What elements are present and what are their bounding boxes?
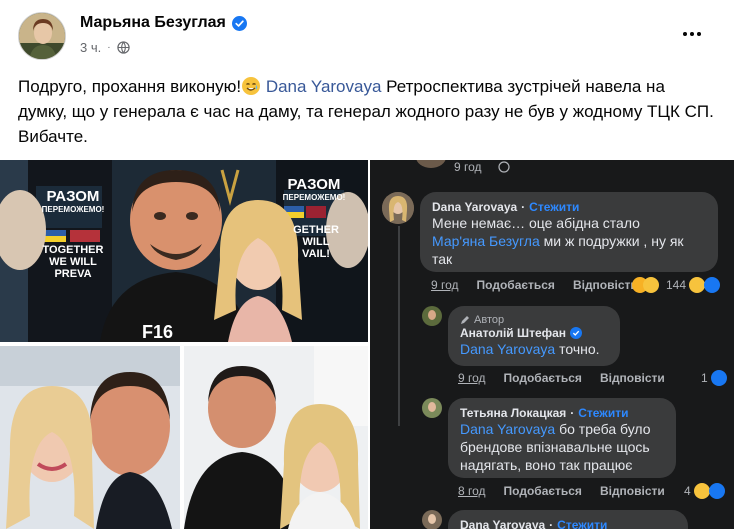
mention-link[interactable]: Мар'яна Безугла bbox=[432, 233, 540, 249]
banner-left: РАЗОМ ПЕРЕМОЖЕМО! bbox=[38, 188, 108, 216]
banner-left-line1: РАЗОМ bbox=[46, 188, 100, 205]
commenter-name[interactable]: Dana Yarovaya bbox=[460, 518, 545, 529]
post-text-start: Подруго, прохання виконую! bbox=[18, 77, 242, 96]
separator-dot: · bbox=[549, 518, 554, 529]
avatar-anatoliy[interactable] bbox=[422, 306, 442, 326]
top-comment-time: 9 год bbox=[454, 160, 482, 174]
verified-badge-icon bbox=[570, 327, 583, 339]
comment-time-link[interactable]: 9 год bbox=[458, 371, 486, 385]
like-reaction-icon bbox=[708, 483, 725, 499]
mention-link[interactable]: Dana Yarovaya bbox=[460, 341, 555, 357]
commenter-avatar-top bbox=[416, 160, 446, 168]
like-reaction-icon bbox=[710, 370, 727, 386]
follow-button[interactable]: Стежити bbox=[578, 406, 628, 420]
comment-time-link[interactable]: 8 год bbox=[458, 484, 486, 498]
banner-right-line2: ПЕРЕМОЖЕМО! bbox=[282, 193, 346, 202]
post-timestamp[interactable]: 3 ч. bbox=[80, 40, 101, 55]
reply-button[interactable]: Відповісти bbox=[573, 278, 638, 292]
banner-right-line4: WILL bbox=[302, 236, 330, 248]
comment-line: брендове впізнавальне щось bbox=[460, 439, 650, 455]
comment-time-link[interactable]: 9 год bbox=[431, 278, 459, 292]
comments-screenshot: 9 год Dana Yarovaya · Стежити Мене немає… bbox=[370, 160, 734, 529]
banner-right-en: GETHER WILL VAIL! bbox=[286, 224, 346, 260]
comment-line: так bbox=[432, 251, 453, 267]
mention-link[interactable]: Dana Yarovaya bbox=[266, 77, 382, 96]
comment-line: Мене немає… оце абідна стало bbox=[432, 215, 640, 231]
separator-dot: · bbox=[107, 42, 111, 53]
reaction-count: 4 bbox=[684, 484, 691, 498]
reactions-2[interactable]: 1 bbox=[701, 370, 727, 386]
shirt-print: F16 bbox=[142, 322, 174, 342]
reaction-count: 1 bbox=[701, 371, 708, 385]
reactions-3[interactable]: 4 bbox=[684, 483, 725, 499]
reply-button[interactable]: Відповісти bbox=[600, 371, 665, 385]
like-reaction-icon bbox=[704, 277, 721, 293]
banner-left-line3: TOGETHER bbox=[42, 244, 104, 256]
laugh-reaction-icon bbox=[693, 483, 710, 499]
comment-line: надягать, воно так працює bbox=[460, 457, 633, 473]
pencil-icon bbox=[461, 316, 469, 324]
banner-right-line5: VAIL! bbox=[302, 248, 330, 260]
separator-dot: · bbox=[570, 406, 575, 420]
avatar-dana-2[interactable] bbox=[422, 510, 442, 529]
banner-right-line1: РАЗОМ bbox=[287, 176, 341, 193]
like-button[interactable]: Подобається bbox=[477, 278, 555, 292]
banner-right-line3: GETHER bbox=[293, 224, 339, 236]
comment-bubble-1: Dana Yarovaya · Стежити Мене немає… оце … bbox=[420, 192, 718, 272]
comment-line: бо треба було bbox=[555, 421, 651, 437]
author-avatar[interactable] bbox=[18, 12, 66, 60]
author-badge: Автор bbox=[460, 314, 608, 326]
follow-button[interactable]: Стежити bbox=[529, 200, 579, 214]
comment-bubble-4: Dana Yarovaya · Стежити bbox=[448, 510, 688, 529]
banner-right: РАЗОМ ПЕРЕМОЖЕМО! bbox=[282, 176, 346, 204]
comment-text: Dana Yarovaya бо треба було брендове впі… bbox=[460, 420, 664, 474]
haha-reaction-icon bbox=[643, 277, 659, 293]
post-header: Марьяна Безуглая 3 ч. · bbox=[0, 0, 734, 68]
comment-text: Мене немає… оце абідна стало Мар'яна Без… bbox=[432, 214, 706, 268]
laugh-reaction-icon bbox=[689, 277, 706, 293]
separator-dot: · bbox=[521, 200, 526, 214]
thread-line bbox=[398, 226, 400, 426]
comment-line: точно. bbox=[555, 341, 600, 357]
globe-icon[interactable] bbox=[116, 41, 130, 54]
more-options-icon[interactable] bbox=[678, 22, 706, 46]
smiling-with-tear-emoji bbox=[242, 77, 261, 95]
comment-text: Dana Yarovaya точно. bbox=[460, 340, 608, 358]
reactions-1[interactable]: 144 bbox=[632, 277, 721, 293]
comment-bubble-3: Тетьяна Локацкая · Стежити Dana Yarovaya… bbox=[448, 398, 676, 478]
avatar-dana[interactable] bbox=[382, 192, 414, 224]
banner-left-line2: ПЕРЕМОЖЕМО! bbox=[41, 205, 105, 214]
mention-link[interactable]: Dana Yarovaya bbox=[460, 421, 555, 437]
author-name[interactable]: Марьяна Безуглая bbox=[80, 14, 226, 32]
like-button[interactable]: Подобається bbox=[504, 484, 582, 498]
comment-actions-2: 9 год Подобається Відповісти bbox=[458, 371, 665, 385]
banner-left-line5: PREVA bbox=[54, 268, 92, 280]
like-button[interactable]: Подобається bbox=[504, 371, 582, 385]
follow-button[interactable]: Стежити bbox=[557, 518, 607, 529]
reaction-count: 144 bbox=[666, 278, 687, 292]
avatar-tetiana[interactable] bbox=[422, 398, 442, 418]
comment-actions-3: 8 год Подобається Відповісти bbox=[458, 484, 665, 498]
banner-left-en: TOGETHER WE WILL PREVA bbox=[38, 244, 108, 280]
commenter-name[interactable]: Dana Yarovaya bbox=[432, 200, 517, 214]
photo-bottom-left[interactable] bbox=[0, 346, 180, 529]
reply-button[interactable]: Відповісти bbox=[600, 484, 665, 498]
commenter-name[interactable]: Анатолій Штефан bbox=[460, 326, 566, 340]
comment-line: ми ж подружки , ну як bbox=[539, 233, 684, 249]
verified-badge-icon bbox=[231, 15, 247, 31]
post-text: Подруго, прохання виконую! Dana Yarovaya… bbox=[18, 74, 718, 149]
author-badge-label: Автор bbox=[474, 314, 505, 326]
comment-actions-1: 9 год Подобається Відповісти bbox=[431, 278, 638, 292]
banner-left-line4: WE WILL bbox=[49, 256, 97, 268]
photo-bottom-right[interactable] bbox=[184, 346, 368, 529]
comment-bubble-2: Автор Анатолій Штефан Dana Yarovaya точн… bbox=[448, 306, 620, 366]
commenter-name[interactable]: Тетьяна Локацкая bbox=[460, 406, 566, 420]
globe-icon bbox=[498, 161, 510, 173]
